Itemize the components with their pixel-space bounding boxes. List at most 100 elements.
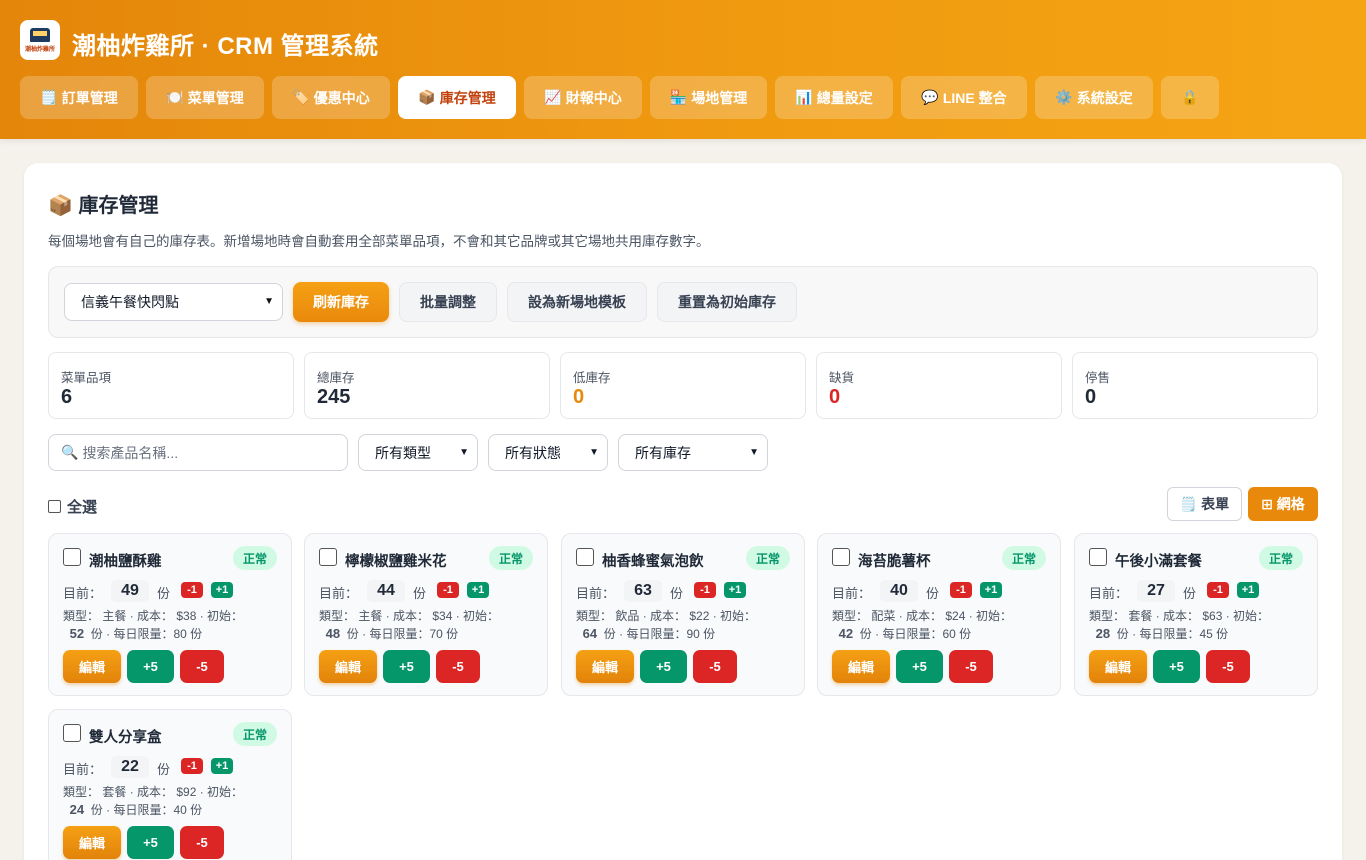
item-cost: $63	[1202, 609, 1223, 623]
stat-low-stock: 低庫存 0	[560, 352, 806, 419]
tab-venues[interactable]: 🏪 場地管理	[650, 76, 767, 119]
edit-button[interactable]: 編輯	[1089, 650, 1147, 683]
page-description: 每個場地會有自己的庫存表。新增場地時會自動套用全部菜單品項，不會和其它品牌或其它…	[48, 234, 710, 249]
minus-5-button[interactable]: -5	[1206, 650, 1250, 683]
search-input[interactable]: 🔍 搜索產品名稱...	[48, 434, 348, 471]
status-filter-select[interactable]: 所有狀態 ▼	[488, 434, 608, 471]
item-cost: $38	[176, 609, 197, 623]
item-type: 主餐	[358, 609, 383, 623]
minus-1-button[interactable]: -1	[181, 582, 203, 598]
item-meta: 類型： 配菜 · 成本： $24 · 初始： 42 份 · 每日限量：60 份	[832, 609, 1013, 641]
minus-1-button[interactable]: -1	[181, 758, 203, 774]
brand-logo[interactable]: 潮柚炸雞所	[20, 20, 60, 60]
current-stock-value: 63	[624, 580, 662, 602]
item-cost: $22	[689, 609, 710, 623]
stat-value: 0	[573, 386, 585, 408]
item-name: 潮柚鹽酥雞	[89, 554, 162, 570]
site-select[interactable]: 信義午餐快閃點 ▼	[64, 283, 283, 321]
edit-button[interactable]: 編輯	[63, 650, 121, 683]
minus-5-button[interactable]: -5	[180, 650, 224, 683]
type-filter-select[interactable]: 所有類型 ▼	[358, 434, 478, 471]
item-checkbox[interactable]	[63, 548, 81, 566]
tab-line[interactable]: 💬 LINE 整合	[901, 76, 1027, 119]
stat-value: 6	[61, 386, 73, 408]
minus-5-button[interactable]: -5	[949, 650, 993, 683]
tab-menu[interactable]: 🍽️ 菜單管理	[146, 76, 264, 119]
edit-button[interactable]: 編輯	[832, 650, 890, 683]
gear-icon: ⚙️	[1055, 89, 1073, 105]
list-view-button[interactable]: 🗒️ 表單	[1167, 487, 1242, 521]
item-initial: 28	[1095, 626, 1111, 641]
stat-label: 缺貨	[829, 371, 855, 385]
tab-settings[interactable]: ⚙️ 系統設定	[1035, 76, 1153, 119]
plus-5-button[interactable]: +5	[1153, 650, 1200, 683]
grid-view-button[interactable]: ⊞ 網格	[1248, 487, 1318, 521]
plus-5-button[interactable]: +5	[127, 826, 174, 859]
stat-value: 245	[317, 386, 351, 408]
item-daily-limit: 70	[429, 627, 443, 641]
plus-1-button[interactable]: +1	[211, 582, 233, 598]
minus-1-button[interactable]: -1	[437, 582, 459, 598]
item-checkbox[interactable]	[63, 724, 81, 742]
item-name: 柚香蜂蜜氣泡飲	[602, 554, 704, 570]
plus-5-button[interactable]: +5	[127, 650, 174, 683]
edit-button[interactable]: 編輯	[576, 650, 634, 683]
batch-adjust-button[interactable]: 批量調整	[399, 282, 497, 322]
plus-5-button[interactable]: +5	[383, 650, 430, 683]
current-label: 目前：	[63, 586, 103, 601]
item-checkbox[interactable]	[319, 548, 337, 566]
plus-1-button[interactable]: +1	[211, 758, 233, 774]
inventory-panel: 📦 庫存管理 每個場地會有自己的庫存表。新增場地時會自動套用全部菜單品項，不會和…	[24, 163, 1342, 860]
minus-5-button[interactable]: -5	[693, 650, 737, 683]
item-checkbox[interactable]	[832, 548, 850, 566]
edit-button[interactable]: 編輯	[63, 826, 121, 859]
plus-1-button[interactable]: +1	[724, 582, 746, 598]
tab-orders[interactable]: 🗒️ 訂單管理	[20, 76, 138, 119]
current-stock-row: 目前： 27 份 -1 +1	[1089, 580, 1309, 602]
current-stock-value: 27	[1137, 580, 1175, 602]
set-template-button[interactable]: 設為新場地模板	[507, 282, 647, 322]
stock-filter-value: 所有庫存	[635, 444, 691, 461]
reset-stock-button[interactable]: 重置為初始庫存	[657, 282, 797, 322]
refresh-button[interactable]: 刷新庫存	[293, 282, 389, 322]
current-stock-row: 目前： 22 份 -1 +1	[63, 756, 283, 778]
current-stock-value: 22	[111, 756, 149, 778]
minus-5-button[interactable]: -5	[436, 650, 480, 683]
tab-label: 場地管理	[691, 89, 748, 106]
package-icon: 📦	[418, 89, 436, 105]
unit-label: 份	[413, 586, 427, 601]
item-type: 套餐	[102, 785, 127, 799]
minus-5-button[interactable]: -5	[180, 826, 224, 859]
plus-5-button[interactable]: +5	[640, 650, 687, 683]
plus-1-button[interactable]: +1	[1237, 582, 1259, 598]
minus-1-button[interactable]: -1	[950, 582, 972, 598]
inventory-toolbar: 信義午餐快閃點 ▼ 刷新庫存 批量調整 設為新場地模板 重置為初始庫存	[48, 266, 1318, 338]
item-initial: 42	[838, 626, 854, 641]
minus-1-button[interactable]: -1	[694, 582, 716, 598]
plus-1-button[interactable]: +1	[467, 582, 489, 598]
tab-inventory[interactable]: 📦 庫存管理	[398, 76, 516, 119]
select-all-checkbox[interactable]	[48, 500, 61, 513]
store-icon: 🏪	[669, 89, 688, 105]
tab-quota[interactable]: 📊 總量設定	[775, 76, 893, 119]
select-all[interactable]: 全選	[48, 496, 97, 517]
stock-filter-select[interactable]: 所有庫存 ▼	[618, 434, 768, 471]
plus-1-button[interactable]: +1	[980, 582, 1002, 598]
status-badge: 正常	[232, 722, 277, 746]
tag-icon: 🏷️	[292, 89, 310, 105]
stat-label: 總庫存	[317, 371, 355, 385]
stat-total-stock: 總庫存 245	[304, 352, 550, 419]
edit-button[interactable]: 編輯	[319, 650, 377, 683]
item-type: 配菜	[871, 609, 896, 623]
plus-5-button[interactable]: +5	[896, 650, 943, 683]
minus-1-button[interactable]: -1	[1207, 582, 1229, 598]
tab-reports[interactable]: 📈 財報中心	[524, 76, 642, 119]
tab-lock[interactable]: 🔒	[1161, 76, 1219, 119]
stat-discontinued: 停售 0	[1072, 352, 1318, 419]
item-checkbox[interactable]	[576, 548, 594, 566]
item-cost: $92	[176, 785, 197, 799]
item-checkbox[interactable]	[1089, 548, 1107, 566]
item-meta: 類型： 套餐 · 成本： $92 · 初始： 24 份 · 每日限量：40 份	[63, 785, 244, 817]
tab-promotions[interactable]: 🏷️ 優惠中心	[272, 76, 390, 119]
stat-label: 菜單品項	[61, 371, 112, 385]
